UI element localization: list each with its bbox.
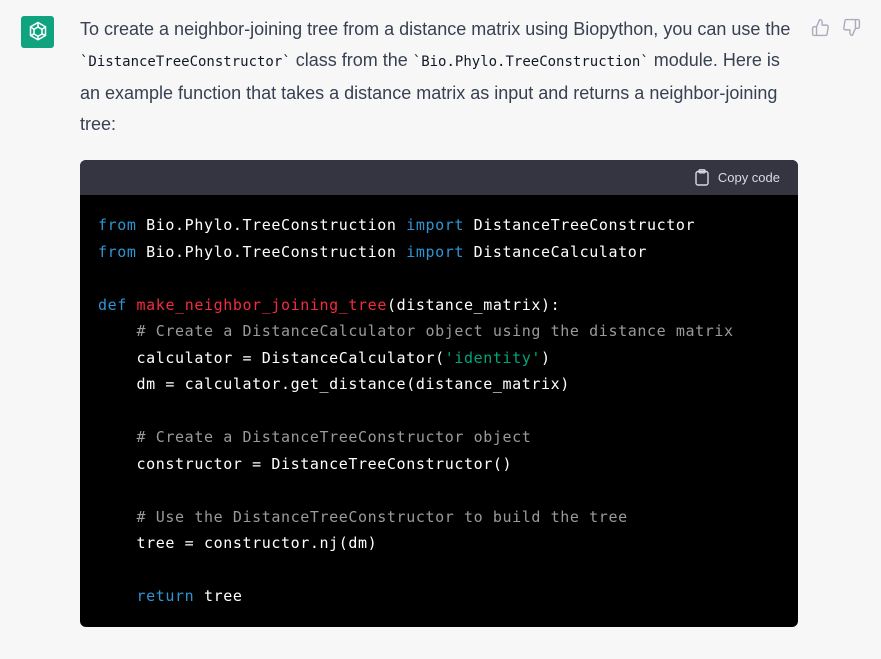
code-comment: # Create a DistanceCalculator object usi… <box>136 322 734 340</box>
inline-code-class: `DistanceTreeConstructor` <box>80 54 291 70</box>
code-text: calculator = DistanceCalculator( <box>136 348 445 367</box>
code-text: ) <box>541 348 551 367</box>
message-text: class from the <box>290 50 413 70</box>
code-keyword: def <box>98 295 127 314</box>
assistant-message: To create a neighbor-joining tree from a… <box>80 14 798 140</box>
code-comment: # Create a DistanceTreeConstructor objec… <box>136 428 532 446</box>
code-text: constructor = DistanceTreeConstructor() <box>136 454 513 473</box>
feedback-buttons <box>811 18 861 37</box>
code-keyword: import <box>406 216 464 234</box>
thumbs-down-button[interactable] <box>842 18 861 37</box>
code-text: Bio.Phylo.TreeConstruction <box>136 242 407 261</box>
code-text: Bio.Phylo.TreeConstruction <box>136 216 407 234</box>
thumbs-down-icon <box>843 18 861 37</box>
code-block: Copy code from Bio.Phylo.TreeConstructio… <box>80 160 798 627</box>
openai-logo-icon <box>29 21 46 41</box>
code-text: DistanceTreeConstructor <box>464 216 696 234</box>
thumbs-up-icon <box>811 18 829 37</box>
code-keyword: import <box>406 242 464 261</box>
code-keyword: from <box>98 216 137 234</box>
code-text: dm = calculator.get_distance(distance_ma… <box>136 375 570 393</box>
code-comment: # Use the DistanceTreeConstructor to bui… <box>136 507 628 526</box>
clipboard-icon <box>695 169 709 186</box>
assistant-avatar <box>21 16 54 48</box>
code-function-name: make_neighbor_joining_tree <box>136 295 387 314</box>
code-string: 'identity' <box>444 348 542 367</box>
code-content: from Bio.Phylo.TreeConstruction import D… <box>80 195 798 627</box>
message-text: To create a neighbor-joining tree from a… <box>80 19 791 39</box>
code-keyword: from <box>98 242 137 261</box>
thumbs-up-button[interactable] <box>811 18 830 37</box>
code-text: DistanceCalculator <box>464 242 647 261</box>
code-text: (distance_matrix): <box>386 295 561 314</box>
inline-code-module: `Bio.Phylo.TreeConstruction` <box>412 54 649 70</box>
code-keyword: return <box>136 587 195 605</box>
code-text: tree = constructor.nj(dm) <box>136 534 378 552</box>
copy-code-label: Copy code <box>717 170 780 185</box>
code-text: tree <box>194 587 243 605</box>
message-paragraph: To create a neighbor-joining tree from a… <box>80 14 798 140</box>
code-block-header: Copy code <box>80 160 798 195</box>
copy-code-button[interactable]: Copy code <box>694 169 780 186</box>
